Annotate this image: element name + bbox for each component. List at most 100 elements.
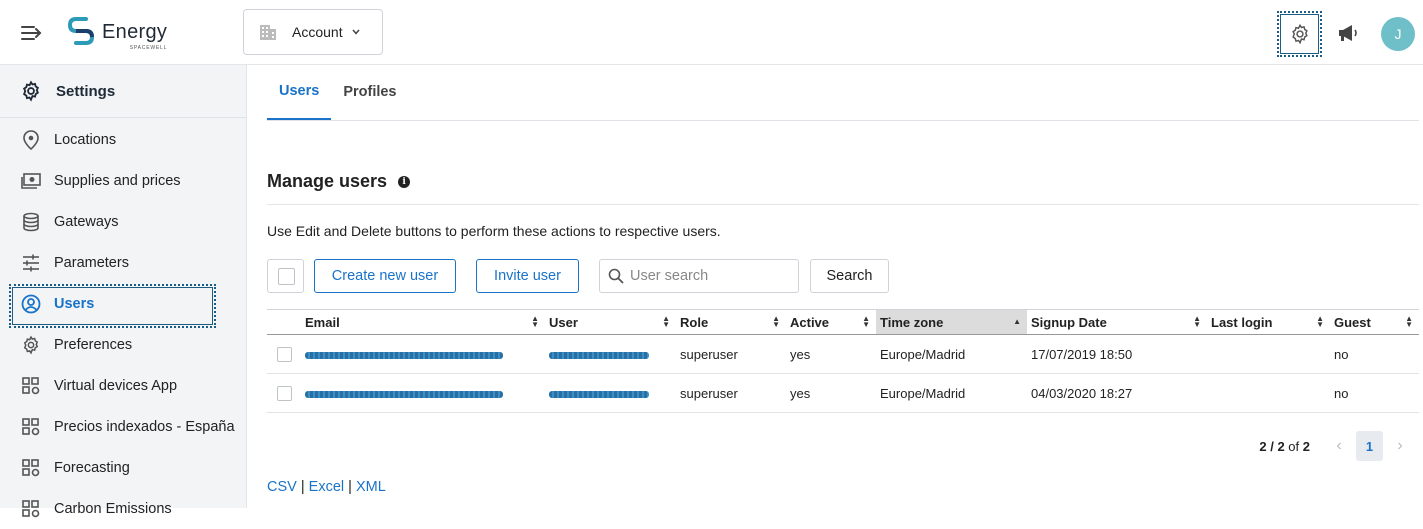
app-grid-gear-icon (21, 499, 41, 519)
settings-sidebar: Settings Locations Supplies and prices G… (0, 65, 247, 517)
signup-date-cell: 04/03/2020 18:27 (1031, 385, 1133, 401)
column-label: Active (790, 314, 830, 330)
chevron-right-icon[interactable]: › (1387, 437, 1413, 455)
role-cell: superuser (680, 346, 738, 362)
sidebar-item-precios-indexados[interactable]: Precios indexados - España (0, 406, 246, 447)
brand-logo[interactable]: Energy SPACEWELL (66, 14, 168, 51)
column-label: Guest (1334, 314, 1371, 330)
sort-icon[interactable]: ▲ ▼ (1316, 315, 1324, 329)
column-header-email[interactable]: Email ▲ ▼ (301, 310, 545, 335)
sidebar-item-parameters[interactable]: Parameters (0, 242, 246, 283)
sidebar-title: Settings (56, 82, 116, 100)
column-header-role[interactable]: Role ▲ ▼ (676, 310, 786, 335)
sidebar-item-label: Forecasting (54, 459, 130, 476)
column-header-guest[interactable]: Guest ▲ ▼ (1330, 310, 1419, 335)
gear-icon (21, 335, 41, 355)
user-cell-redacted (545, 335, 676, 374)
export-excel-link[interactable]: Excel (309, 479, 344, 495)
user-search-box[interactable] (599, 259, 799, 293)
pagination-range: 2 / 2 (1259, 438, 1285, 454)
page-button-current[interactable]: 1 (1356, 431, 1383, 461)
column-label: Signup Date (1031, 314, 1107, 330)
sidebar-item-label: Parameters (54, 254, 129, 271)
active-cell: yes (790, 346, 811, 362)
pagination: 2 / 2 of 2 ‹ 1 › (1259, 431, 1413, 461)
invite-user-button[interactable]: Invite user (476, 259, 579, 293)
row-checkbox[interactable] (277, 386, 292, 402)
sidebar-item-users[interactable]: Users (0, 283, 246, 328)
users-table: Email ▲ ▼ User ▲ ▼ Role ▲ ▼ Active ▲ ▼ Time zone… (267, 309, 1419, 413)
table-row[interactable]: superuser yes Europe/Madrid 04/03/2020 1… (267, 374, 1419, 413)
column-label: Last login (1211, 314, 1273, 330)
user-circle-icon (21, 294, 41, 314)
export-csv-link[interactable]: CSV (267, 479, 297, 495)
column-header-last-login[interactable]: Last login ▲ ▼ (1207, 310, 1330, 335)
gear-icon (22, 80, 40, 102)
page-description: Use Edit and Delete buttons to perform t… (267, 223, 721, 239)
app-grid-gear-icon (21, 417, 41, 437)
sidebar-item-label: Carbon Emissions (54, 500, 172, 517)
create-new-user-button[interactable]: Create new user (314, 259, 456, 293)
sidebar-item-carbon-emissions[interactable]: Carbon Emissions (0, 488, 246, 529)
account-selector[interactable]: Account (243, 9, 383, 55)
table-header-row: Email ▲ ▼ User ▲ ▼ Role ▲ ▼ Active ▲ ▼ Time zone… (267, 309, 1419, 335)
column-header-user[interactable]: User ▲ ▼ (545, 310, 676, 335)
sort-icon[interactable]: ▲ ▼ (862, 315, 870, 329)
pagination-of: of (1288, 438, 1300, 454)
select-all-checkbox[interactable] (267, 259, 304, 293)
page-title: Manage users (267, 171, 388, 191)
sidebar-item-label: Gateways (54, 213, 119, 230)
role-cell: superuser (680, 385, 738, 401)
table-row[interactable]: superuser yes Europe/Madrid 17/07/2019 1… (267, 335, 1419, 374)
user-avatar[interactable]: J (1381, 17, 1415, 51)
sort-ascending-icon[interactable]: ▲ (1013, 318, 1021, 326)
sidebar-item-virtual-devices-app[interactable]: Virtual devices App (0, 365, 246, 406)
column-label: Role (680, 314, 709, 330)
row-checkbox[interactable] (277, 347, 292, 363)
search-input[interactable] (630, 268, 790, 284)
email-cell-redacted (301, 374, 545, 413)
sidebar-item-forecasting[interactable]: Forecasting (0, 447, 246, 488)
main-content: Users Profiles Manage users i Use Edit a… (267, 65, 1419, 495)
user-cell-redacted (545, 374, 676, 413)
users-toolbar: Create new user Invite user Search (267, 259, 1419, 294)
sidebar-header: Settings (0, 65, 246, 118)
email-cell-redacted (301, 335, 545, 374)
tab-profiles[interactable]: Profiles (331, 64, 408, 120)
column-label: User (549, 314, 578, 330)
pagination-info: 2 / 2 of 2 (1259, 439, 1310, 454)
location-pin-icon (21, 129, 41, 150)
export-links: CSV | Excel | XML (267, 479, 386, 495)
sidebar-item-gateways[interactable]: Gateways (0, 201, 246, 242)
sort-icon[interactable]: ▲ ▼ (662, 315, 670, 329)
top-bar: Energy SPACEWELL Account J (0, 0, 1423, 65)
settings-gear-button[interactable] (1277, 11, 1322, 57)
sidebar-item-locations[interactable]: Locations (0, 119, 246, 160)
logo-mark-icon (67, 17, 95, 45)
sliders-icon (21, 253, 41, 273)
export-xml-link[interactable]: XML (356, 479, 386, 495)
timezone-cell: Europe/Madrid (880, 385, 966, 401)
search-button[interactable]: Search (810, 259, 889, 293)
chevron-left-icon[interactable]: ‹ (1326, 437, 1352, 455)
column-header-time-zone[interactable]: Time zone ▲ (876, 309, 1027, 335)
tab-users[interactable]: Users (267, 64, 332, 120)
sort-icon[interactable]: ▲ ▼ (1193, 315, 1201, 329)
info-icon[interactable]: i (398, 175, 411, 188)
tab-bar: Users Profiles (267, 65, 1419, 121)
sort-icon[interactable]: ▲ ▼ (1405, 315, 1413, 329)
sidebar-item-label: Supplies and prices (54, 172, 181, 189)
sort-icon[interactable]: ▲ ▼ (772, 315, 780, 329)
export-separator: | (348, 479, 352, 495)
sidebar-item-supplies-and-prices[interactable]: Supplies and prices (0, 160, 246, 201)
column-header-active[interactable]: Active ▲ ▼ (786, 310, 876, 335)
sort-icon[interactable]: ▲ ▼ (531, 315, 539, 329)
divider (267, 204, 1419, 205)
money-icon (21, 171, 41, 191)
announcements-megaphone-icon[interactable] (1336, 21, 1360, 45)
column-header-signup-date[interactable]: Signup Date ▲ ▼ (1027, 310, 1207, 335)
menu-toggle-icon[interactable] (20, 22, 44, 44)
app-grid-gear-icon (21, 458, 41, 478)
brand-name: Energy SPACEWELL (102, 20, 168, 51)
sidebar-item-preferences[interactable]: Preferences (0, 324, 246, 365)
